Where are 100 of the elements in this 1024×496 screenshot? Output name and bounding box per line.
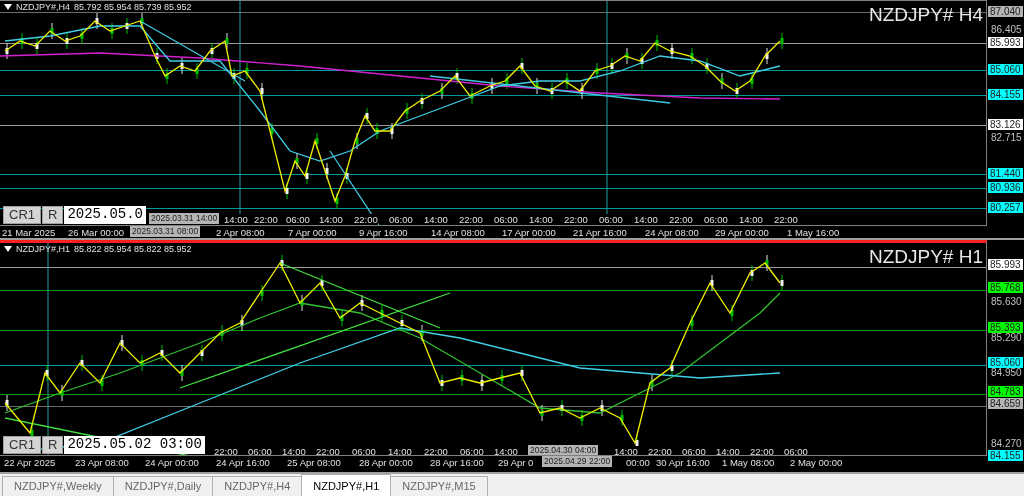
chart-tab[interactable]: NZDJPY#,Weekly	[2, 476, 114, 496]
dropdown-triangle-icon[interactable]	[4, 4, 12, 10]
time-label: 06:00	[704, 214, 728, 225]
crosshair-time-tag: 2025.04.30 04:00	[528, 445, 599, 455]
date-time-label: 2 Apr 08:00	[216, 227, 265, 238]
time-label: 14:00	[634, 214, 658, 225]
chart-tab[interactable]: NZDJPY#,M15	[390, 476, 488, 496]
time-label: 06:00	[286, 214, 310, 225]
price-label: 82.715	[991, 132, 1022, 143]
candlestick	[765, 254, 769, 272]
date-time-label: 22 Apr 2025	[4, 457, 56, 468]
time-label: 06:00	[460, 446, 484, 455]
candlestick	[650, 374, 654, 392]
r-button[interactable]: R	[42, 436, 64, 454]
cr1-button[interactable]: CR1	[3, 436, 41, 454]
candlestick	[200, 344, 204, 362]
candlestick	[225, 32, 229, 50]
date-time-field[interactable]: 2025.05.0	[64, 206, 147, 224]
candlestick	[765, 47, 769, 65]
price-tag: 84.783	[988, 386, 1023, 397]
candlestick	[560, 399, 564, 417]
candlestick	[610, 57, 614, 75]
time-label: 14:00	[224, 214, 248, 225]
time-label: 14:00	[716, 446, 740, 455]
candlestick	[500, 369, 504, 387]
candlestick	[750, 264, 754, 282]
date-time-label: 2 May 00:00	[790, 457, 843, 468]
symbol-timeframe-label: NZDJPY# H1	[868, 246, 983, 268]
date-time-label: 28 Apr 00:00	[359, 457, 413, 468]
time-label: 06:00	[352, 446, 376, 455]
candlestick	[690, 314, 694, 332]
candlestick	[720, 72, 724, 90]
time-label: 22:00	[648, 446, 672, 455]
candlestick	[300, 294, 304, 312]
date-time-label: 26 Mar 00:00	[68, 227, 124, 238]
crosshair-time-tag: 2025.04.29 22:00	[542, 456, 613, 467]
candlestick	[155, 47, 159, 65]
candlestick	[35, 37, 39, 55]
time-label: 22:00	[316, 446, 340, 455]
r-button[interactable]: R	[42, 206, 64, 224]
time-label: 14:00	[529, 214, 553, 225]
candlestick	[260, 284, 264, 302]
candlestick	[320, 274, 324, 292]
candlestick	[180, 57, 184, 75]
date-time-label: 29 Apr 00:00	[715, 227, 769, 238]
date-time-label: 28 Apr 16:00	[430, 457, 484, 468]
cr1-button[interactable]: CR1	[3, 206, 41, 224]
time-label: 22:00	[354, 214, 378, 225]
candlestick	[730, 304, 734, 322]
date-time-label: 21 Apr 16:00	[573, 227, 627, 238]
price-tag: 84.155	[988, 450, 1023, 461]
dropdown-triangle-icon[interactable]	[4, 246, 12, 252]
ohlc-values: 85.822 85.954 85.822 85.952	[74, 244, 192, 254]
candlestick	[655, 34, 659, 52]
candlestick	[140, 354, 144, 372]
time-label: 14:00	[494, 446, 518, 455]
candlestick	[232, 67, 236, 85]
date-time-label: 1 May 16:00	[787, 227, 840, 238]
price-tag: 84.659	[988, 398, 1023, 409]
candlestick	[420, 92, 424, 110]
time-label: 14:00	[319, 214, 343, 225]
candlestick	[535, 77, 539, 95]
candlestick	[710, 274, 714, 292]
candlestick	[420, 324, 424, 342]
time-label: 06:00	[682, 446, 706, 455]
symbol-timeframe-label: NZDJPY# H4	[868, 4, 983, 26]
time-label: 06:00	[494, 214, 518, 225]
candlestick	[470, 87, 474, 105]
candlestick	[355, 132, 359, 150]
candlestick	[345, 167, 349, 185]
date-time-label: 24 Apr 16:00	[216, 457, 270, 468]
candlestick	[365, 107, 369, 125]
candlestick	[160, 344, 164, 362]
chart-tab[interactable]: NZDJPY#,H1	[301, 474, 392, 496]
candlestick	[220, 324, 224, 342]
date-time-field[interactable]: 2025.05.02 03:00	[64, 436, 205, 454]
candlestick	[690, 47, 694, 65]
price-tag: 81.440	[988, 168, 1023, 179]
candlestick	[455, 67, 459, 85]
time-label: 22:00	[750, 446, 774, 455]
candlestick	[580, 82, 584, 100]
ohlc-values: 85.792 85.954 85.739 85.952	[74, 2, 192, 12]
candlestick	[120, 334, 124, 352]
time-label: 22:00	[424, 446, 448, 455]
candlestick	[325, 162, 329, 180]
time-label: 22:00	[254, 214, 278, 225]
candlestick	[180, 364, 184, 382]
candlestick	[705, 57, 709, 75]
crosshair-time-tag: 2025.03.31 08:00	[130, 226, 201, 237]
date-time-label: 24 Apr 08:00	[645, 227, 699, 238]
time-label: 14:00	[388, 446, 412, 455]
candlestick	[240, 314, 244, 332]
price-tag: 85.060	[988, 357, 1023, 368]
candlestick	[565, 72, 569, 90]
candlestick	[390, 122, 394, 140]
price-label: 84.270	[991, 438, 1022, 449]
candlestick	[640, 52, 644, 70]
date-time-label: 23 Apr 08:00	[75, 457, 129, 468]
price-tag: 85.993	[988, 37, 1023, 48]
time-label: 22:00	[564, 214, 588, 225]
